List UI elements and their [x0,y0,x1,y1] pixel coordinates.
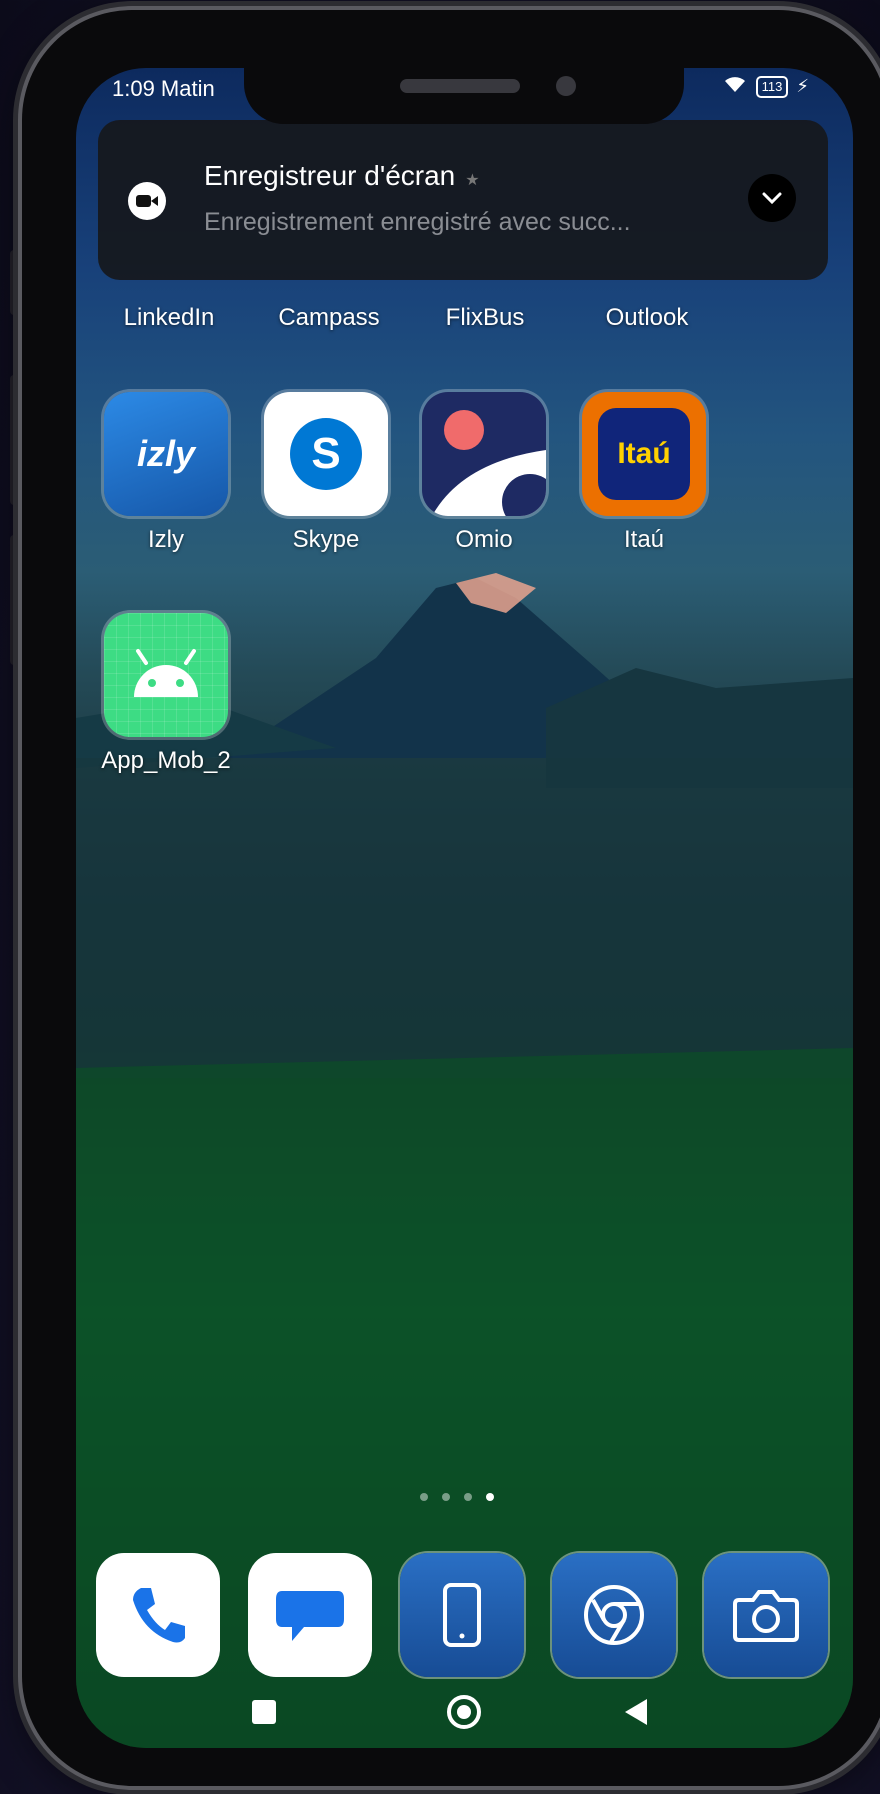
battery-indicator: 113 [755,75,789,98]
skype-logo-text: S [311,429,341,478]
izly-icon: izly [104,392,228,516]
notch [244,68,684,124]
app-app-mob-2[interactable]: App_Mob_2 [91,613,241,775]
speaker [400,79,520,93]
app-label-campass: Campass [278,304,380,331]
itau-logo-text: Itaú [617,437,671,470]
app-label-app-mob-2: App_Mob_2 [101,747,231,774]
dock [96,1553,828,1677]
device-icon [443,1583,481,1647]
phone-app[interactable] [96,1553,220,1677]
camera-app[interactable] [704,1553,828,1677]
camera-icon [733,1590,799,1642]
page-dot-active[interactable] [486,1493,494,1501]
wifi-icon [722,74,748,99]
skype-icon: S [264,392,388,516]
app-label-omio: Omio [455,526,513,553]
screen-recorder-icon [128,182,166,220]
itau-icon: Itaú [582,392,706,516]
home-button[interactable] [444,1692,484,1732]
android-icon [104,613,228,737]
navigation-bar [76,1688,853,1738]
notification-expand-button[interactable] [748,174,796,222]
itau-logo: Itaú [598,408,690,500]
app-omio[interactable]: Omio [409,392,559,554]
page-dot[interactable] [420,1493,428,1501]
app-outlook[interactable]: Outlook [572,304,722,332]
app-campass[interactable]: Campass [254,304,404,332]
back-icon [625,1699,647,1725]
app-label-izly: Izly [148,526,184,553]
status-indicators: 113 ⚡ [722,74,809,99]
omio-icon [422,392,546,516]
notification-card[interactable]: Enregistreur d'écran ★ Enregistrement enr… [98,120,828,280]
chrome-app[interactable] [552,1553,676,1677]
device-app[interactable] [400,1553,524,1677]
front-camera [556,76,576,96]
chevron-down-icon [762,192,782,205]
omio-logo [432,410,546,516]
recents-button[interactable] [244,1692,284,1732]
izly-icon-text: izly [136,433,196,474]
star-icon: ★ [465,172,480,189]
charging-icon: ⚡ [796,76,809,96]
chrome-icon [584,1585,644,1645]
app-flixbus[interactable]: FlixBus [410,304,560,332]
page-dot[interactable] [464,1493,472,1501]
messages-app[interactable] [248,1553,372,1677]
recents-icon [252,1700,276,1724]
app-label-linkedin: LinkedIn [123,304,215,331]
app-itau[interactable]: Itaú Itaú [569,392,719,554]
skype-logo: S [290,418,362,490]
app-izly[interactable]: izly Izly [91,392,241,554]
notification-title: Enregistreur d'écran ★ [204,160,480,192]
notification-title-text: Enregistreur d'écran [204,160,456,191]
home-icon [447,1695,481,1729]
messages-icon [276,1591,344,1641]
app-linkedin[interactable]: LinkedIn [94,304,244,332]
back-button[interactable] [616,1692,656,1732]
android-logo [134,649,198,697]
app-skype[interactable]: S Skype [251,392,401,554]
app-label-flixbus: FlixBus [445,304,525,331]
phone-icon [133,1588,185,1643]
notification-body: Enregistrement enregistré avec succ... [204,208,631,236]
status-time: 1:09 Matin [112,76,215,101]
home-screen: 1:09 Matin 113 ⚡ Enregistreur d'écran ★ E… [76,68,853,1748]
app-label-itau: Itaú [623,526,665,553]
app-label-skype: Skype [292,526,360,553]
page-dot[interactable] [442,1493,450,1501]
page-indicator [420,1493,494,1501]
app-label-outlook: Outlook [605,304,689,331]
